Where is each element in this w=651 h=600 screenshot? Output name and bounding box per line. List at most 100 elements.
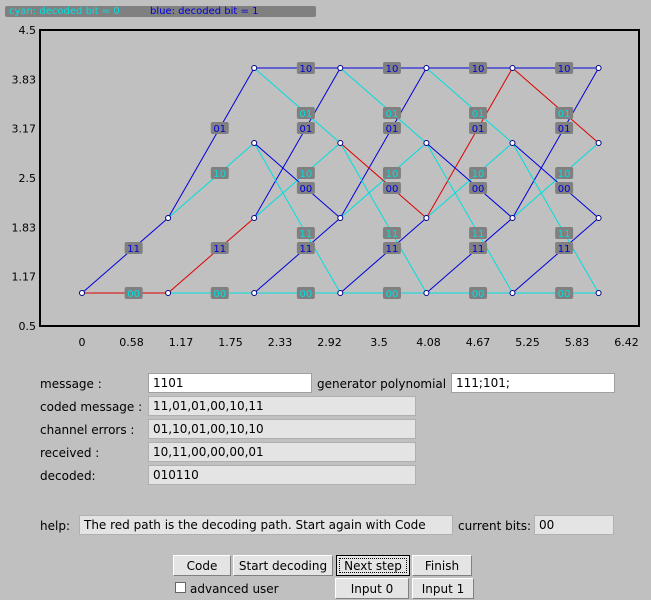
branch-label: 10 — [472, 169, 485, 180]
x-tick-label: 6.42 — [614, 336, 639, 349]
x-tick-label: 0.58 — [119, 336, 144, 349]
branch-label: 01 — [386, 124, 399, 135]
x-tick-label: 1.75 — [218, 336, 243, 349]
branch-label: 01 — [299, 124, 312, 135]
legend-blue-text: blue: decoded bit = 1 — [150, 6, 259, 17]
x-tick-label: 1.17 — [169, 336, 194, 349]
branch-label: 11 — [386, 229, 399, 240]
errors-field: 01,10,01,00,10,10 — [148, 419, 416, 439]
branch-label: 01 — [213, 124, 226, 135]
branch-label: 00 — [472, 289, 485, 300]
trellis-node — [423, 215, 430, 221]
branch-label: 00 — [299, 289, 312, 300]
trellis-node — [509, 65, 516, 71]
x-tick-label: 5.25 — [515, 336, 540, 349]
branch-label: 10 — [386, 169, 399, 180]
coded-field: 11,01,01,00,10,11 — [148, 396, 416, 416]
branch-label: 10 — [386, 64, 399, 75]
branch-label: 10 — [472, 64, 485, 75]
branch-label: 00 — [386, 184, 399, 195]
y-tick-label: 2.5 — [19, 172, 37, 185]
branch-label: 11 — [127, 244, 140, 255]
branch-label: 11 — [558, 244, 571, 255]
x-tick-label: 4.08 — [416, 336, 441, 349]
trellis-node — [165, 290, 172, 296]
decoded-label: decoded: — [40, 469, 96, 483]
branch-label: 01 — [472, 109, 485, 120]
x-tick-label: 4.67 — [466, 336, 491, 349]
branch-label: 01 — [558, 124, 571, 135]
plot-frame — [39, 29, 640, 327]
branch-label: 10 — [299, 64, 312, 75]
trellis-node — [251, 65, 258, 71]
branch-label: 11 — [558, 229, 571, 240]
branch-label: 10 — [558, 169, 571, 180]
branch-label: 01 — [472, 124, 485, 135]
received-label: received : — [40, 446, 100, 460]
trellis-node — [251, 140, 258, 146]
trellis-node — [423, 140, 430, 146]
trellis-node — [595, 140, 602, 146]
branch-label: 00 — [127, 289, 140, 300]
branch-label: 00 — [386, 289, 399, 300]
y-tick-label: 4.5 — [19, 24, 37, 37]
advanced-user-checkbox[interactable] — [175, 582, 186, 593]
legend-cyan-text: cyan: decoded bit = 0 — [9, 6, 120, 17]
start-decoding-button[interactable]: Start decoding — [233, 555, 333, 576]
finish-button[interactable]: Finish — [412, 555, 472, 576]
input-0-button[interactable]: Input 0 — [335, 578, 409, 599]
errors-label: channel errors : — [40, 423, 135, 437]
y-tick-label: 3.83 — [12, 73, 37, 86]
trellis-node — [337, 215, 344, 221]
branch-label: 10 — [558, 64, 571, 75]
generator-label: generator polynomial : — [317, 377, 454, 391]
branch-label: 11 — [472, 229, 485, 240]
trellis-node — [595, 65, 602, 71]
next-step-button[interactable]: Next step — [336, 555, 410, 576]
trellis-chart: 4.5 3.83 3.17 2.5 1.83 1.17 0.5 0 0.58 1.17 1.75 2… — [12, 24, 640, 349]
branch-label: 01 — [299, 109, 312, 120]
branch-label: 11 — [213, 244, 226, 255]
x-tick-label: 5.83 — [565, 336, 590, 349]
branch-label: 10 — [213, 169, 226, 180]
code-button[interactable]: Code — [173, 555, 231, 576]
decoded-field: 010110 — [148, 465, 416, 485]
trellis-node — [251, 290, 258, 296]
trellis-node — [423, 290, 430, 296]
x-tick-label: 2.33 — [268, 336, 293, 349]
branch-label: 01 — [558, 109, 571, 120]
legend-bar: cyan: decoded bit = 0 blue: decoded bit … — [5, 6, 316, 17]
branch-label: 00 — [558, 289, 571, 300]
y-tick-label: 0.5 — [19, 320, 37, 333]
trellis-node — [595, 215, 602, 221]
generator-input[interactable]: 111;101; — [451, 373, 615, 393]
branch-label: 00 — [299, 184, 312, 195]
branch-label: 11 — [299, 229, 312, 240]
branch-label: 11 — [299, 244, 312, 255]
trellis-node — [337, 290, 344, 296]
x-tick-label: 2.92 — [317, 336, 342, 349]
trellis-node — [337, 65, 344, 71]
branch-label: 00 — [472, 184, 485, 195]
y-tick-label: 1.83 — [12, 221, 37, 234]
trellis-node — [509, 215, 516, 221]
help-label: help: — [40, 519, 70, 533]
branch-label: 01 — [386, 109, 399, 120]
advanced-user-label: advanced user — [190, 582, 279, 596]
x-tick-label: 3.5 — [370, 336, 388, 349]
trellis-node — [509, 290, 516, 296]
trellis-node — [423, 65, 430, 71]
message-label: message : — [40, 377, 102, 391]
branch-label: 10 — [299, 169, 312, 180]
current-bits-label: current bits: — [458, 519, 532, 533]
branch-label: 00 — [558, 184, 571, 195]
message-input[interactable]: 1101 — [148, 373, 312, 393]
trellis-node — [337, 140, 344, 146]
x-tick-label: 0 — [79, 336, 86, 349]
branch-label: 00 — [213, 289, 226, 300]
trellis-node — [595, 290, 602, 296]
input-1-button[interactable]: Input 1 — [412, 578, 474, 599]
trellis-node — [509, 140, 516, 146]
branch-label: 11 — [386, 244, 399, 255]
y-tick-label: 3.17 — [12, 123, 37, 136]
